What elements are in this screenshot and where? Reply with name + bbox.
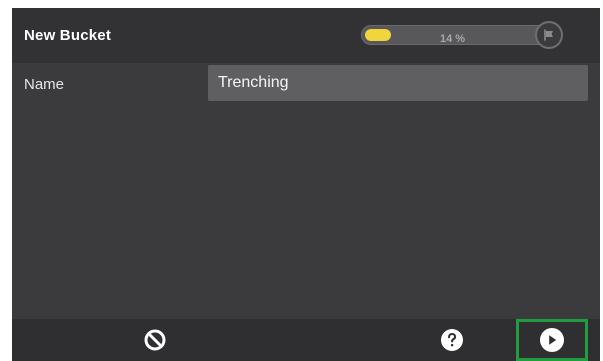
- progress-track: 14 %: [361, 25, 551, 45]
- page-title: New Bucket: [24, 27, 112, 44]
- help-icon: [441, 329, 463, 351]
- name-input[interactable]: [208, 65, 588, 101]
- flag-icon: [535, 21, 563, 49]
- cancel-button[interactable]: [130, 319, 180, 361]
- cancel-icon: [144, 329, 166, 351]
- new-bucket-screen: New Bucket 14 % Name: [12, 8, 600, 361]
- footer-bar: [12, 319, 600, 361]
- progress-fill: [365, 29, 391, 41]
- name-label: Name: [24, 76, 65, 93]
- help-button[interactable]: [432, 319, 472, 361]
- progress-label: 14 %: [440, 33, 466, 45]
- next-icon: [540, 328, 564, 352]
- next-button[interactable]: [516, 319, 588, 361]
- progress-indicator: 14 %: [361, 21, 566, 51]
- header-bar: New Bucket 14 %: [12, 8, 600, 63]
